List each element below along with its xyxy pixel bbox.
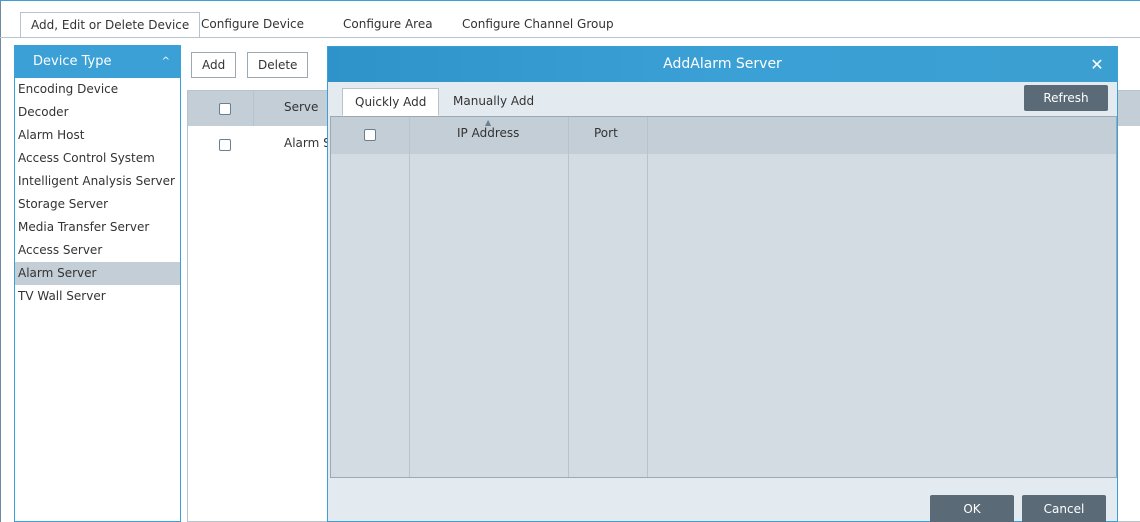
delete-button[interactable]: Delete — [247, 52, 309, 78]
tab-add-edit-delete-device[interactable]: Add, Edit or Delete Device — [20, 12, 201, 38]
chevron-up-icon[interactable]: ^ — [162, 46, 170, 78]
device-type-media-transfer-server[interactable]: Media Transfer Server — [15, 216, 180, 239]
tab-configure-device[interactable]: Configure Device — [191, 12, 314, 38]
ip-address-column-header[interactable]: IP Address — [457, 126, 519, 140]
device-type-alarm-server[interactable]: Alarm Server — [15, 262, 180, 285]
top-tab-bar: Add, Edit or Delete Device Configure Dev… — [0, 0, 1140, 38]
dialog-title: AddAlarm Server — [328, 47, 1117, 82]
ok-button[interactable]: OK — [930, 495, 1014, 522]
refresh-button[interactable]: Refresh — [1024, 85, 1108, 111]
server-search-grid: ▲ IP Address Port — [330, 116, 1117, 478]
port-column-header[interactable]: Port — [594, 126, 618, 140]
column-separator — [253, 90, 254, 126]
device-type-header[interactable]: Device Type ^ — [15, 46, 180, 78]
grid-column-separator — [568, 117, 569, 477]
device-type-panel: Device Type ^ Encoding Device Decoder Al… — [14, 45, 181, 522]
tab-configure-area[interactable]: Configure Area — [333, 12, 443, 38]
add-button[interactable]: Add — [191, 52, 237, 78]
device-row-name: Alarm S — [284, 136, 331, 150]
tab-quickly-add[interactable]: Quickly Add — [342, 88, 440, 116]
select-all-checkbox[interactable] — [219, 103, 231, 115]
device-type-storage-server[interactable]: Storage Server — [15, 193, 180, 216]
grid-header — [331, 117, 1116, 154]
device-type-encoding-device[interactable]: Encoding Device — [15, 78, 180, 101]
tab-manually-add[interactable]: Manually Add — [441, 88, 546, 116]
device-type-tv-wall-server[interactable]: TV Wall Server — [15, 285, 180, 308]
grid-column-separator — [647, 117, 648, 477]
device-type-title: Device Type — [33, 54, 112, 69]
device-type-decoder[interactable]: Decoder — [15, 101, 180, 124]
row-checkbox[interactable] — [219, 139, 231, 151]
device-type-intelligent-analysis-server[interactable]: Intelligent Analysis Server — [15, 170, 180, 193]
server-column-header[interactable]: Serve — [284, 100, 318, 114]
cancel-button[interactable]: Cancel — [1022, 495, 1106, 522]
tab-divider — [0, 37, 1140, 38]
tab-configure-channel-group[interactable]: Configure Channel Group — [452, 12, 624, 38]
device-type-access-server[interactable]: Access Server — [15, 239, 180, 262]
device-type-alarm-host[interactable]: Alarm Host — [15, 124, 180, 147]
add-alarm-server-dialog: AddAlarm Server ✕ Quickly Add Manually A… — [327, 46, 1118, 522]
close-icon[interactable]: ✕ — [1087, 47, 1107, 82]
device-type-access-control-system[interactable]: Access Control System — [15, 147, 180, 170]
grid-column-separator — [409, 117, 410, 477]
grid-select-all-checkbox[interactable] — [364, 129, 376, 141]
